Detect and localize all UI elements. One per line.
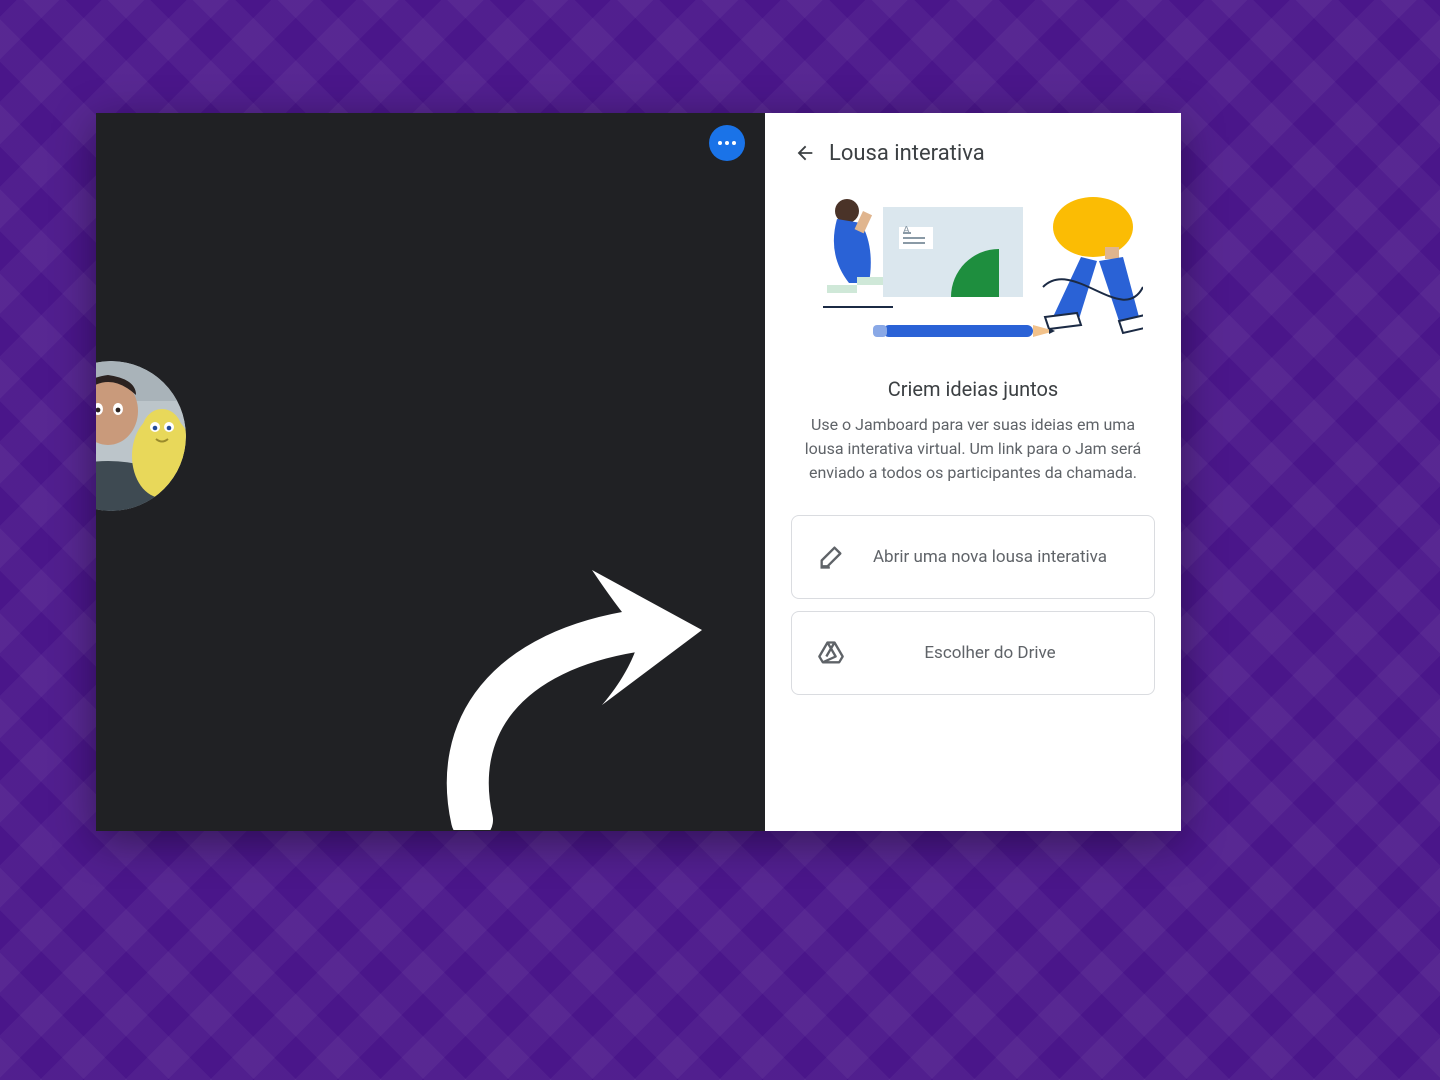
back-button[interactable] — [785, 133, 825, 173]
video-area — [96, 113, 765, 831]
option-list: Abrir uma nova lousa interativa Escolher… — [765, 505, 1181, 695]
option-label: Escolher do Drive — [848, 642, 1132, 665]
whiteboard-panel: Lousa interativa A — [765, 113, 1181, 831]
pencil-icon — [814, 540, 848, 574]
panel-title: Lousa interativa — [829, 141, 985, 166]
more-icon — [718, 141, 736, 145]
meeting-window: Lousa interativa A — [96, 113, 1181, 831]
svg-text:A: A — [903, 225, 910, 236]
panel-header: Lousa interativa — [765, 129, 1181, 187]
more-options-button[interactable] — [709, 125, 745, 161]
panel-promo: Criem ideias juntos Use o Jamboard para … — [765, 347, 1181, 505]
choose-from-drive-button[interactable]: Escolher do Drive — [791, 611, 1155, 695]
new-whiteboard-button[interactable]: Abrir uma nova lousa interativa — [791, 515, 1155, 599]
panel-illustration: A — [765, 187, 1181, 347]
avatar-image — [96, 361, 186, 511]
participant-thumbnail[interactable] — [96, 361, 186, 511]
jamboard-illustration: A — [803, 197, 1143, 347]
drive-icon — [814, 636, 848, 670]
promo-title: Criem ideias juntos — [793, 377, 1153, 401]
arrow-left-icon — [794, 142, 816, 164]
promo-description: Use o Jamboard para ver suas ideias em u… — [793, 413, 1153, 485]
page-background: Lousa interativa A — [0, 0, 1440, 1080]
option-label: Abrir uma nova lousa interativa — [848, 546, 1132, 569]
